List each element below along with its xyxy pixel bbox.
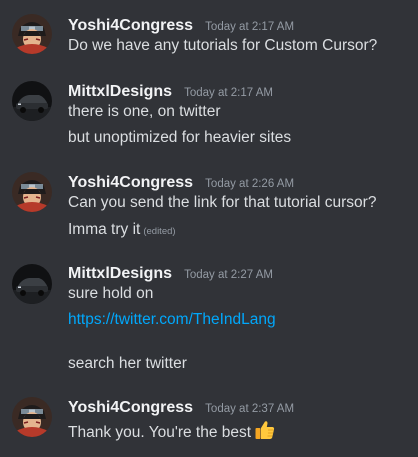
twitter-link[interactable]: https://twitter.com/TheIndLang (68, 311, 276, 328)
message-text: there is one, on twitter (68, 103, 221, 120)
message-header: Yoshi4Congress Today at 2:37 AM (68, 397, 294, 417)
avatar-yoshi4congress[interactable] (12, 172, 52, 212)
thumbs-up-icon[interactable] (254, 419, 276, 446)
avatar-mittxldesigns[interactable] (12, 81, 52, 121)
message-text: sure hold on (68, 285, 154, 302)
avatar-image (12, 172, 52, 212)
username[interactable]: MittxlDesigns (68, 83, 172, 100)
message-header: MittxlDesigns Today at 2:27 AM (68, 263, 273, 283)
username[interactable]: MittxlDesigns (68, 265, 172, 282)
username[interactable]: Yoshi4Congress (68, 17, 193, 34)
message-text: but unoptimized for heavier sites (68, 129, 292, 146)
message-text: Thank you. You're the best (68, 424, 252, 441)
message-header: Yoshi4Congress Today at 2:26 AM (68, 172, 294, 192)
avatar-yoshi4congress[interactable] (12, 14, 52, 54)
edited-label: (edited) (143, 226, 176, 237)
message-text: Can you send the link for that tutorial … (68, 194, 377, 211)
message-text: Do we have any tutorials for Custom Curs… (68, 37, 378, 54)
avatar-image (12, 264, 52, 304)
avatar-yoshi4congress[interactable] (12, 397, 52, 437)
avatar-mittxldesigns[interactable] (12, 264, 52, 304)
timestamp: Today at 2:17 AM (184, 87, 273, 99)
message-text: search her twitter (68, 355, 187, 372)
message-header: Yoshi4Congress Today at 2:17 AM (68, 15, 294, 35)
message-text-with-emoji: Thank you. You're the best (68, 419, 276, 446)
message-text: Imma try it (68, 221, 141, 238)
timestamp: Today at 2:27 AM (184, 269, 273, 281)
message-text-edited: Imma try it (edited) (68, 221, 176, 239)
username[interactable]: Yoshi4Congress (68, 174, 193, 191)
link-line: https://twitter.com/TheIndLang (68, 311, 276, 329)
avatar-image (12, 81, 52, 121)
username[interactable]: Yoshi4Congress (68, 399, 193, 416)
message-header: MittxlDesigns Today at 2:17 AM (68, 81, 273, 101)
avatar-image (12, 14, 52, 54)
timestamp: Today at 2:37 AM (205, 403, 295, 415)
timestamp: Today at 2:26 AM (205, 178, 295, 190)
avatar-image (12, 397, 52, 437)
timestamp: Today at 2:17 AM (205, 21, 295, 33)
